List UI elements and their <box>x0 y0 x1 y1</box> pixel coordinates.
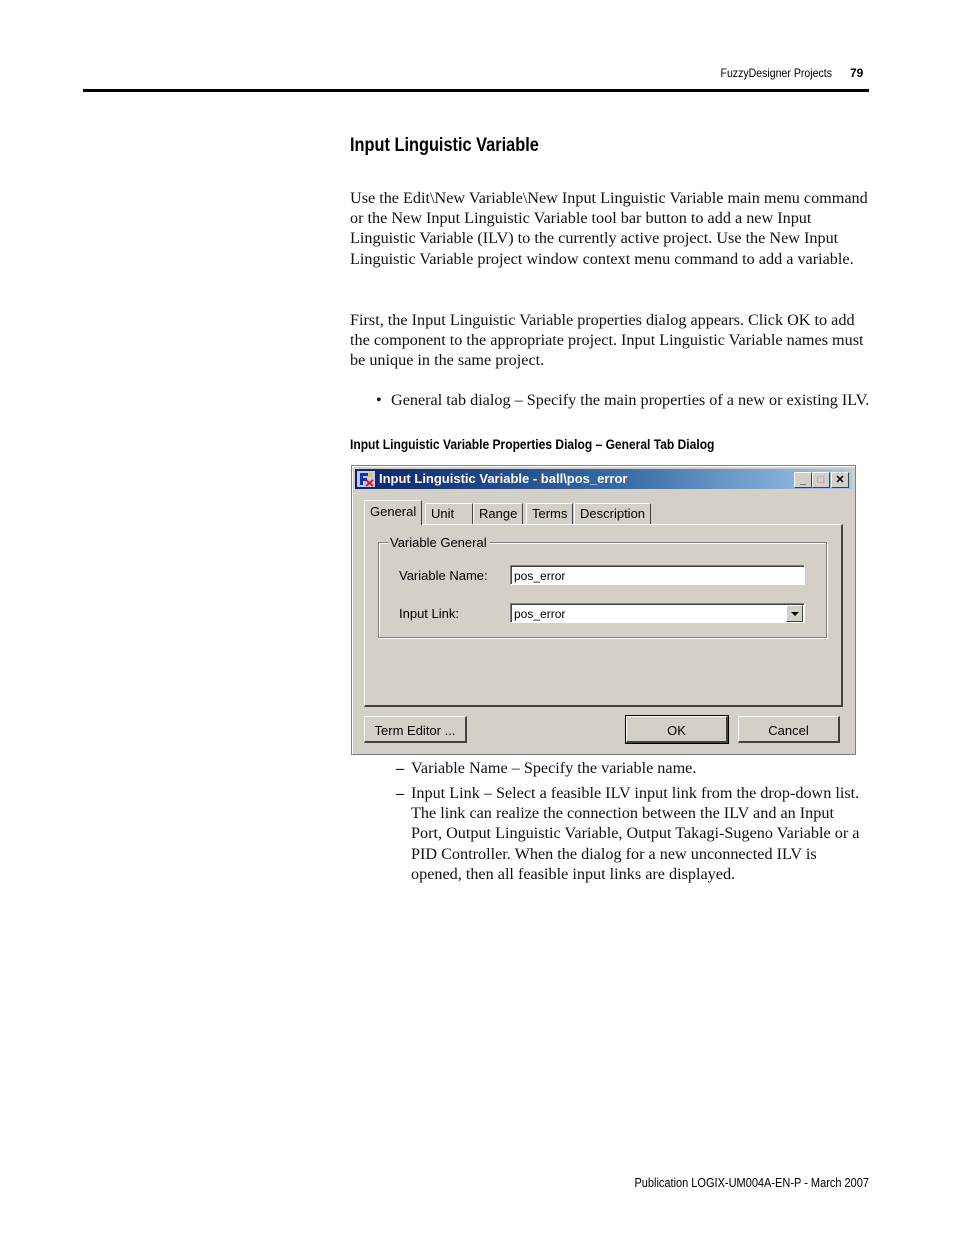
dialog-paragraph: First, the Input Linguistic Variable pro… <box>350 311 864 370</box>
sub-item-input-link: – Input Link – Select a feasible ILV inp… <box>396 783 868 884</box>
sub-item-variable-name: – Variable Name – Specify the variable n… <box>396 758 868 778</box>
maximize-button[interactable]: □ <box>812 472 830 488</box>
input-link-label: Input Link: <box>399 606 459 621</box>
variable-name-label: Variable Name: <box>399 568 488 583</box>
group-title: Variable General <box>388 535 489 550</box>
page-number: 79 <box>850 66 864 80</box>
tab-general[interactable]: General <box>364 500 423 525</box>
section-heading: Input Linguistic Variable <box>350 135 539 156</box>
dash-icon: – <box>396 759 405 777</box>
cancel-button[interactable]: Cancel <box>738 716 840 743</box>
dialog-titlebar[interactable]: Input Linguistic Variable - ball\pos_err… <box>355 469 852 489</box>
variable-name-input[interactable]: pos_error <box>510 565 805 585</box>
figure-caption: Input Linguistic Variable Properties Dia… <box>350 436 715 452</box>
input-link-value: pos_error <box>514 607 566 621</box>
close-button[interactable]: ✕ <box>831 472 849 488</box>
dash-icon: – <box>396 784 405 802</box>
minimize-button[interactable]: _ <box>794 472 812 488</box>
chevron-down-icon[interactable] <box>786 605 803 622</box>
bullet-text: General tab dialog – Specify the main pr… <box>391 391 870 409</box>
sub-item-text: Input Link – Select a feasible ILV input… <box>411 784 860 883</box>
bullet-icon: • <box>376 391 382 409</box>
intro-paragraph: Use the Edit\New Variable\New Input Ling… <box>350 189 868 268</box>
fuzzy-app-icon <box>357 471 375 487</box>
publication-footer: Publication LOGIX-UM004A-EN-P - March 20… <box>634 1176 869 1190</box>
tab-range[interactable]: Range <box>473 503 524 524</box>
tab-terms[interactable]: Terms <box>526 503 574 524</box>
variable-general-group <box>378 542 827 638</box>
tab-unit[interactable]: Unit <box>425 503 473 524</box>
bullet-general-tab: • General tab dialog – Specify the main … <box>376 390 871 410</box>
tab-description[interactable]: Description <box>574 503 652 524</box>
running-header-section: FuzzyDesigner Projects <box>720 66 832 80</box>
dialog-title: Input Linguistic Variable - ball\pos_err… <box>379 471 628 486</box>
properties-dialog: Input Linguistic Variable - ball\pos_err… <box>351 465 856 755</box>
ok-button[interactable]: OK <box>625 715 729 744</box>
sub-item-text: Variable Name – Specify the variable nam… <box>411 759 697 777</box>
header-rule <box>83 89 869 92</box>
input-link-select[interactable]: pos_error <box>510 603 805 623</box>
term-editor-button[interactable]: Term Editor ... <box>364 716 467 743</box>
